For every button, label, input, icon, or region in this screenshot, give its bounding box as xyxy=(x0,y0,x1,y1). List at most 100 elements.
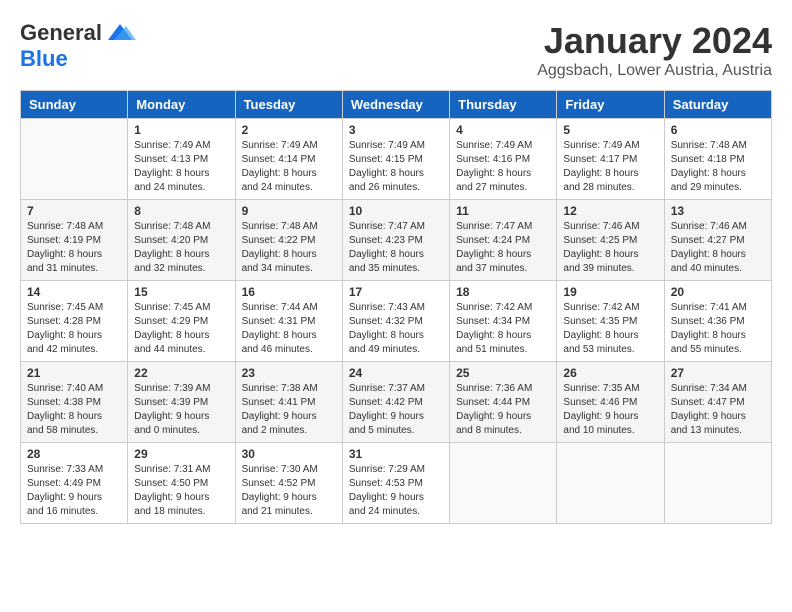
calendar-day-cell: 4Sunrise: 7:49 AMSunset: 4:16 PMDaylight… xyxy=(450,119,557,200)
calendar-week-row: 1Sunrise: 7:49 AMSunset: 4:13 PMDaylight… xyxy=(21,119,772,200)
day-number: 19 xyxy=(563,285,657,299)
calendar-day-cell: 7Sunrise: 7:48 AMSunset: 4:19 PMDaylight… xyxy=(21,200,128,281)
sunrise-text: Sunrise: 7:49 AM xyxy=(134,139,228,153)
calendar-week-row: 21Sunrise: 7:40 AMSunset: 4:38 PMDayligh… xyxy=(21,362,772,443)
calendar-day-cell: 9 Sunrise: 7:48 AMSunset: 4:22 PMDaylight… xyxy=(235,200,342,281)
calendar-day-cell: 3Sunrise: 7:49 AMSunset: 4:15 PMDaylight… xyxy=(342,119,449,200)
calendar-week-row: 28Sunrise: 7:33 AMSunset: 4:49 PMDayligh… xyxy=(21,443,772,524)
day-info: Sunrise: 7:38 AMSunset: 4:41 PMDaylight:… xyxy=(242,382,336,438)
sunset-text: Sunset: 4:15 PM xyxy=(349,153,443,167)
daylight-text: Daylight: 9 hours and 16 minutes. xyxy=(27,491,121,519)
daylight-text: Daylight: 9 hours and 21 minutes. xyxy=(242,491,336,519)
sunrise-text: Sunrise: 7:34 AM xyxy=(671,382,765,396)
day-number: 24 xyxy=(349,366,443,380)
daylight-text: Daylight: 8 hours and 32 minutes. xyxy=(134,248,228,276)
sunset-text: Sunset: 4:13 PM xyxy=(134,153,228,167)
calendar-day-cell: 16 Sunrise: 7:44 AMSunset: 4:31 PMDayligh… xyxy=(235,281,342,362)
calendar-day-cell xyxy=(450,443,557,524)
weekday-tuesday: Tuesday xyxy=(235,91,342,119)
weekday-wednesday: Wednesday xyxy=(342,91,449,119)
day-number: 18 xyxy=(456,285,550,299)
day-info: Sunrise: 7:48 AMSunset: 4:20 PMDaylight:… xyxy=(134,220,228,276)
sunset-text: Sunset: 4:23 PM xyxy=(349,234,443,248)
sunset-text: Sunset: 4:35 PM xyxy=(563,315,657,329)
daylight-text: Daylight: 9 hours and 2 minutes. xyxy=(242,410,336,438)
day-info: Sunrise: 7:46 AMSunset: 4:25 PMDaylight:… xyxy=(563,220,657,276)
calendar-day-cell: 21 Sunrise: 7:40 AMSunset: 4:38 PMDayligh… xyxy=(21,362,128,443)
calendar-day-cell: 22Sunrise: 7:39 AMSunset: 4:39 PMDayligh… xyxy=(128,362,235,443)
day-info: Sunrise: 7:40 AMSunset: 4:38 PMDaylight:… xyxy=(27,382,121,438)
sunset-text: Sunset: 4:53 PM xyxy=(349,477,443,491)
sunset-text: Sunset: 4:25 PM xyxy=(563,234,657,248)
daylight-text: Daylight: 9 hours and 0 minutes. xyxy=(134,410,228,438)
calendar-day-cell: 24Sunrise: 7:37 AMSunset: 4:42 PMDayligh… xyxy=(342,362,449,443)
day-info: Sunrise: 7:45 AMSunset: 4:29 PMDaylight:… xyxy=(134,301,228,357)
weekday-monday: Monday xyxy=(128,91,235,119)
day-number: 29 xyxy=(134,447,228,461)
calendar-day-cell xyxy=(664,443,771,524)
sunrise-text: Sunrise: 7:47 AM xyxy=(349,220,443,234)
day-number: 9 xyxy=(242,204,336,218)
day-info: Sunrise: 7:44 AMSunset: 4:31 PMDaylight:… xyxy=(242,301,336,357)
sunset-text: Sunset: 4:19 PM xyxy=(27,234,121,248)
calendar-day-cell: 30Sunrise: 7:30 AMSunset: 4:52 PMDayligh… xyxy=(235,443,342,524)
daylight-text: Daylight: 8 hours and 46 minutes. xyxy=(242,329,336,357)
weekday-sunday: Sunday xyxy=(21,91,128,119)
day-info: Sunrise: 7:42 AMSunset: 4:34 PMDaylight:… xyxy=(456,301,550,357)
day-info: Sunrise: 7:49 AMSunset: 4:17 PMDaylight:… xyxy=(563,139,657,195)
daylight-text: Daylight: 8 hours and 40 minutes. xyxy=(671,248,765,276)
calendar-day-cell: 25Sunrise: 7:36 AMSunset: 4:44 PMDayligh… xyxy=(450,362,557,443)
day-info: Sunrise: 7:48 AMSunset: 4:19 PMDaylight:… xyxy=(27,220,121,276)
sunset-text: Sunset: 4:14 PM xyxy=(242,153,336,167)
sunrise-text: Sunrise: 7:45 AM xyxy=(134,301,228,315)
daylight-text: Daylight: 8 hours and 55 minutes. xyxy=(671,329,765,357)
sunset-text: Sunset: 4:38 PM xyxy=(27,396,121,410)
calendar-day-cell: 11Sunrise: 7:47 AMSunset: 4:24 PMDayligh… xyxy=(450,200,557,281)
calendar-day-cell: 8Sunrise: 7:48 AMSunset: 4:20 PMDaylight… xyxy=(128,200,235,281)
sunrise-text: Sunrise: 7:43 AM xyxy=(349,301,443,315)
calendar-day-cell: 10Sunrise: 7:47 AMSunset: 4:23 PMDayligh… xyxy=(342,200,449,281)
day-number: 23 xyxy=(242,366,336,380)
sunset-text: Sunset: 4:31 PM xyxy=(242,315,336,329)
day-info: Sunrise: 7:43 AMSunset: 4:32 PMDaylight:… xyxy=(349,301,443,357)
logo-icon xyxy=(104,22,136,44)
sunrise-text: Sunrise: 7:40 AM xyxy=(27,382,121,396)
sunrise-text: Sunrise: 7:49 AM xyxy=(242,139,336,153)
location-subtitle: Aggsbach, Lower Austria, Austria xyxy=(537,62,772,80)
calendar-day-cell: 5 Sunrise: 7:49 AMSunset: 4:17 PMDaylight… xyxy=(557,119,664,200)
day-number: 5 xyxy=(563,123,657,137)
day-info: Sunrise: 7:47 AMSunset: 4:24 PMDaylight:… xyxy=(456,220,550,276)
day-number: 21 xyxy=(27,366,121,380)
sunrise-text: Sunrise: 7:31 AM xyxy=(134,463,228,477)
sunrise-text: Sunrise: 7:49 AM xyxy=(456,139,550,153)
day-number: 13 xyxy=(671,204,765,218)
sunrise-text: Sunrise: 7:38 AM xyxy=(242,382,336,396)
day-number: 16 xyxy=(242,285,336,299)
day-info: Sunrise: 7:42 AMSunset: 4:35 PMDaylight:… xyxy=(563,301,657,357)
sunset-text: Sunset: 4:52 PM xyxy=(242,477,336,491)
calendar-week-row: 7Sunrise: 7:48 AMSunset: 4:19 PMDaylight… xyxy=(21,200,772,281)
sunrise-text: Sunrise: 7:42 AM xyxy=(456,301,550,315)
calendar-day-cell: 23 Sunrise: 7:38 AMSunset: 4:41 PMDayligh… xyxy=(235,362,342,443)
sunrise-text: Sunrise: 7:46 AM xyxy=(671,220,765,234)
sunrise-text: Sunrise: 7:33 AM xyxy=(27,463,121,477)
logo-general-text: General xyxy=(20,20,102,46)
day-info: Sunrise: 7:39 AMSunset: 4:39 PMDaylight:… xyxy=(134,382,228,438)
calendar-day-cell: 1Sunrise: 7:49 AMSunset: 4:13 PMDaylight… xyxy=(128,119,235,200)
daylight-text: Daylight: 9 hours and 18 minutes. xyxy=(134,491,228,519)
sunset-text: Sunset: 4:16 PM xyxy=(456,153,550,167)
daylight-text: Daylight: 8 hours and 39 minutes. xyxy=(563,248,657,276)
daylight-text: Daylight: 8 hours and 31 minutes. xyxy=(27,248,121,276)
sunset-text: Sunset: 4:34 PM xyxy=(456,315,550,329)
daylight-text: Daylight: 9 hours and 24 minutes. xyxy=(349,491,443,519)
day-info: Sunrise: 7:41 AMSunset: 4:36 PMDaylight:… xyxy=(671,301,765,357)
calendar-day-cell xyxy=(557,443,664,524)
day-info: Sunrise: 7:49 AMSunset: 4:15 PMDaylight:… xyxy=(349,139,443,195)
day-number: 1 xyxy=(134,123,228,137)
day-info: Sunrise: 7:49 AMSunset: 4:16 PMDaylight:… xyxy=(456,139,550,195)
calendar-day-cell: 19 Sunrise: 7:42 AMSunset: 4:35 PMDayligh… xyxy=(557,281,664,362)
month-title: January 2024 xyxy=(537,20,772,62)
sunset-text: Sunset: 4:28 PM xyxy=(27,315,121,329)
calendar-day-cell: 27Sunrise: 7:34 AMSunset: 4:47 PMDayligh… xyxy=(664,362,771,443)
day-info: Sunrise: 7:48 AMSunset: 4:22 PMDaylight:… xyxy=(242,220,336,276)
